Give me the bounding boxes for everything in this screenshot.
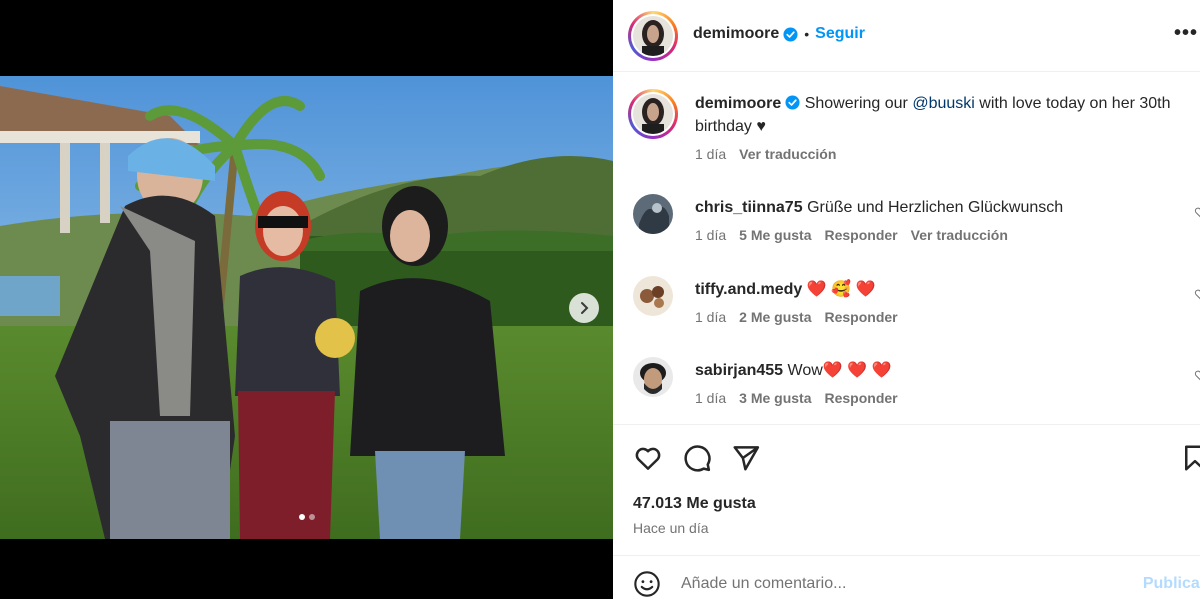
comment-likes[interactable]: 3 Me gusta: [739, 390, 811, 406]
comment-text: tiffy.and.medy ❤️ 🥰 ❤️: [695, 278, 1180, 301]
comment-username[interactable]: sabirjan455: [695, 362, 783, 379]
comment-likes[interactable]: 2 Me gusta: [739, 309, 811, 325]
caption-time[interactable]: 1 día: [695, 146, 726, 162]
comment-body: sabirjan455 Wow❤️ ❤️ ❤️ 1 día 3 Me gusta…: [695, 359, 1180, 406]
comment-message: ❤️ 🥰 ❤️: [806, 281, 876, 298]
comment-avatar-image: [633, 194, 673, 234]
caption-translate-link[interactable]: Ver traducción: [739, 146, 836, 162]
comment-input[interactable]: [681, 570, 1121, 598]
comment-body: chris_tiinna75 Grüße und Herzlichen Glüc…: [695, 196, 1180, 243]
caption-text-start: Showering our: [804, 95, 913, 112]
comment-message: Wow❤️ ❤️ ❤️: [787, 362, 892, 379]
comment-avatar-image: [633, 357, 673, 397]
caption-body: demimoore Showering our @buuski with lov…: [695, 92, 1180, 162]
follow-button[interactable]: Seguir: [815, 25, 865, 43]
post-photo[interactable]: [0, 76, 613, 539]
comment-username[interactable]: chris_tiinna75: [695, 199, 803, 216]
comment-time[interactable]: 1 día: [695, 390, 726, 406]
add-comment-bar: Publicar: [613, 555, 1200, 599]
author-avatar-image: [633, 16, 673, 56]
caption-username[interactable]: demimoore: [695, 95, 781, 112]
verified-badge-icon: [785, 95, 800, 110]
paper-plane-icon[interactable]: [731, 443, 761, 473]
caption-author-avatar[interactable]: [628, 89, 678, 139]
caption-meta: 1 día Ver traducción: [695, 146, 1180, 162]
comment-text: chris_tiinna75 Grüße und Herzlichen Glüc…: [695, 196, 1180, 219]
comment-meta: 1 día 5 Me gusta Responder Ver traducció…: [695, 227, 1180, 243]
comment-body: tiffy.and.medy ❤️ 🥰 ❤️ 1 día 2 Me gusta …: [695, 278, 1180, 325]
author-username[interactable]: demimoore: [693, 25, 779, 43]
comment-like-heart-icon[interactable]: [1194, 288, 1200, 300]
smiley-icon[interactable]: [633, 570, 661, 598]
comment-avatar-image: [633, 276, 673, 316]
comment-like-heart-icon[interactable]: [1194, 206, 1200, 218]
comment-username[interactable]: tiffy.and.medy: [695, 281, 802, 298]
bookmark-icon[interactable]: [1180, 443, 1200, 473]
comment-time[interactable]: 1 día: [695, 227, 726, 243]
post-photo-illustration: [0, 76, 613, 539]
heart-outline-icon[interactable]: [633, 443, 663, 473]
author-avatar[interactable]: [628, 11, 678, 61]
comment-like-heart-icon[interactable]: [1194, 369, 1200, 381]
comment-reply-link[interactable]: Responder: [825, 227, 898, 243]
comment-translate-link[interactable]: Ver traducción: [911, 227, 1008, 243]
verified-badge-icon: [783, 26, 798, 42]
comment-message: Grüße und Herzlichen Glückwunsch: [807, 199, 1064, 216]
carousel-dot-active: [298, 514, 305, 520]
speech-bubble-icon[interactable]: [682, 443, 712, 473]
comment-avatar[interactable]: [633, 194, 673, 234]
post-header: demimoore • Seguir •••: [613, 0, 1200, 72]
publish-button[interactable]: Publicar: [1143, 575, 1200, 593]
likes-count[interactable]: 47.013 Me gusta: [633, 495, 756, 513]
author-line: demimoore • Seguir: [693, 25, 865, 43]
post-actions: 47.013 Me gusta Hace un día Publicar: [613, 424, 1200, 599]
chevron-right-icon: [581, 302, 589, 314]
more-options-button[interactable]: •••: [1174, 22, 1198, 45]
caption-avatar-image: [633, 94, 673, 134]
comment-likes[interactable]: 5 Me gusta: [739, 227, 811, 243]
comment-avatar[interactable]: [633, 276, 673, 316]
caption-mention-link[interactable]: @buuski: [912, 95, 975, 112]
comment-meta: 1 día 2 Me gusta Responder: [695, 309, 1180, 325]
comment-avatar[interactable]: [633, 357, 673, 397]
post-side-panel: demimoore • Seguir ••• demimoore Showeri…: [613, 0, 1200, 599]
comment-reply-link[interactable]: Responder: [825, 309, 898, 325]
carousel-next-button[interactable]: [569, 293, 599, 323]
carousel-dot: [308, 514, 315, 520]
caption-text: demimoore Showering our @buuski with lov…: [695, 92, 1180, 138]
carousel-indicator: [0, 514, 613, 520]
comment-meta: 1 día 3 Me gusta Responder: [695, 390, 1180, 406]
comment-reply-link[interactable]: Responder: [825, 390, 898, 406]
media-panel: [0, 0, 613, 599]
comment-time[interactable]: 1 día: [695, 309, 726, 325]
separator-dot: •: [804, 26, 810, 42]
comment-text: sabirjan455 Wow❤️ ❤️ ❤️: [695, 359, 1180, 382]
post-timestamp[interactable]: Hace un día: [633, 520, 709, 536]
